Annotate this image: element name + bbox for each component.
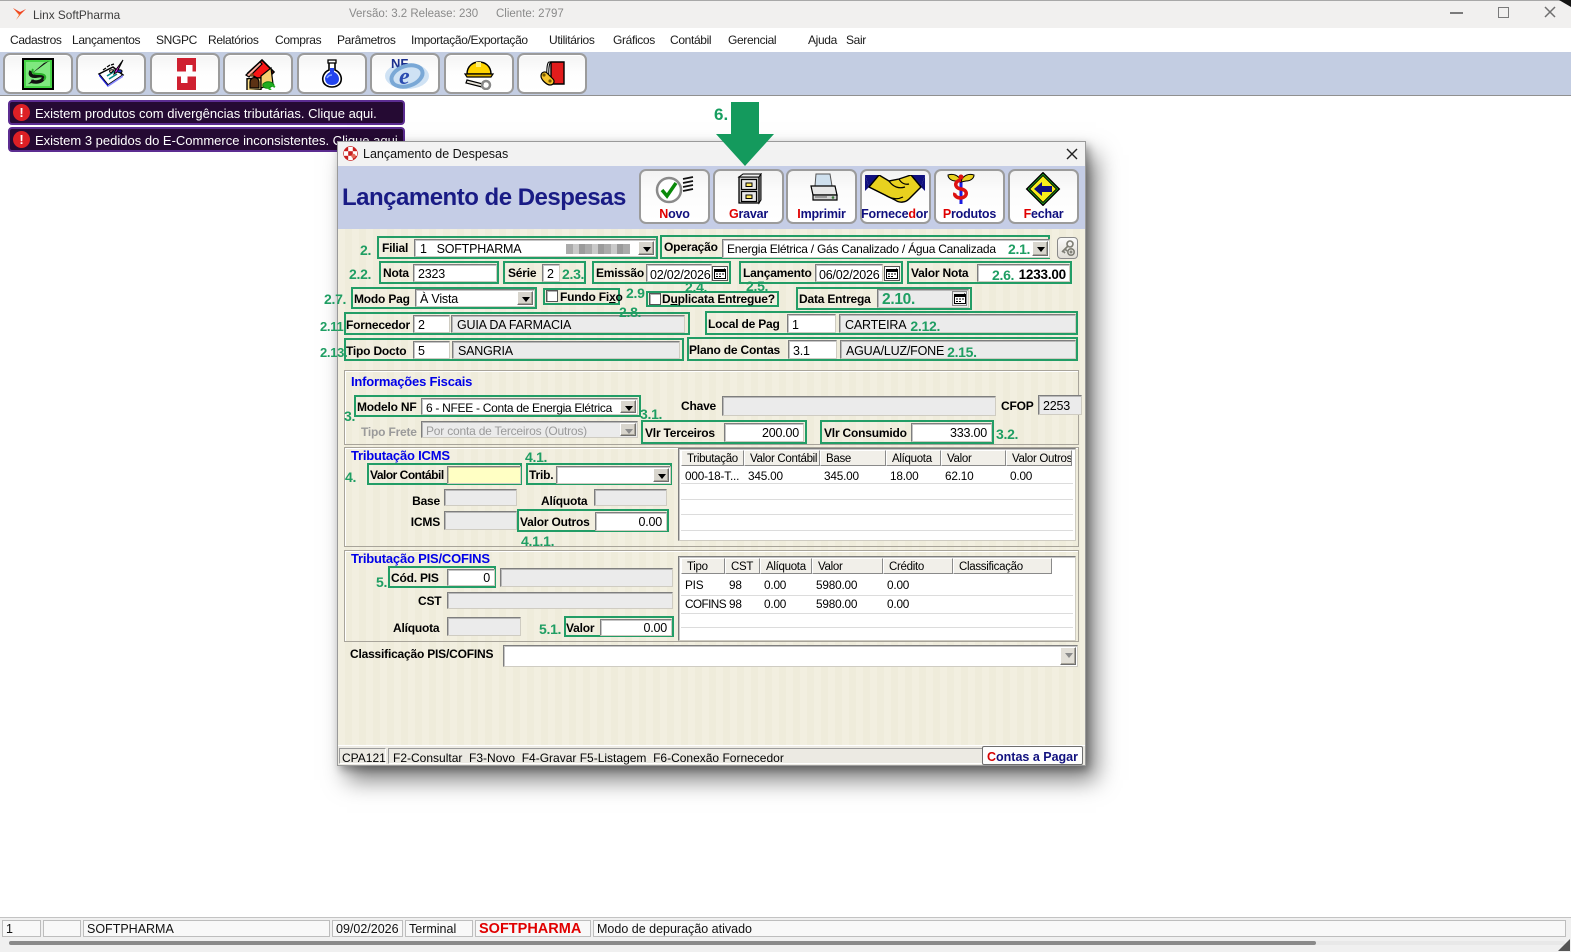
svg-text:e: e bbox=[399, 64, 410, 90]
